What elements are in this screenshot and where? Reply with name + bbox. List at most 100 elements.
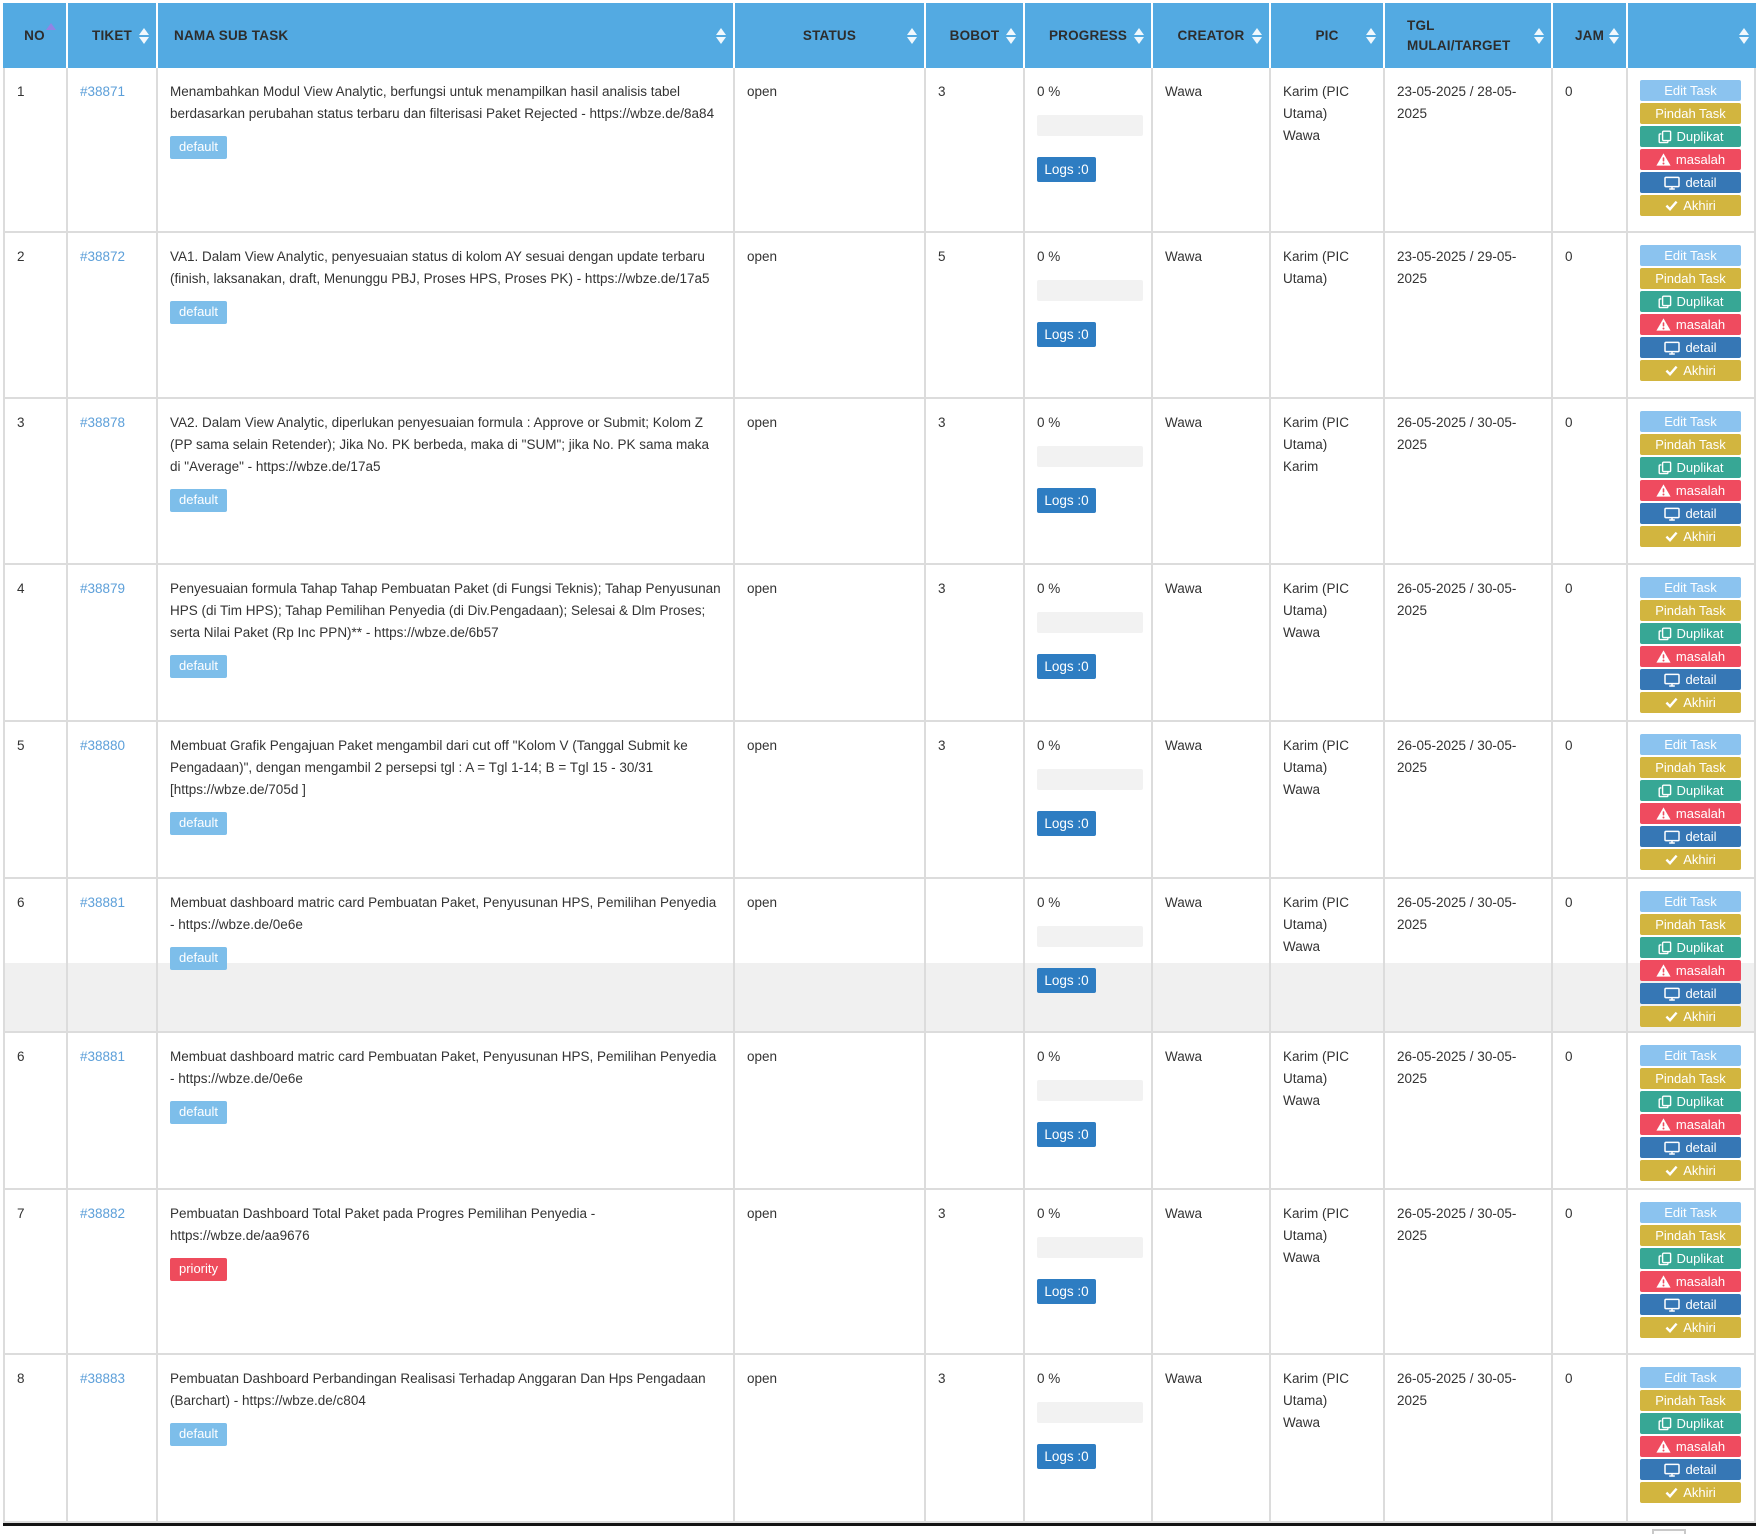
logs-button[interactable]: Logs :0 [1037, 1279, 1096, 1304]
column-header-progress[interactable]: PROGRESS [1025, 3, 1153, 68]
ticket-link[interactable]: #38883 [80, 1371, 125, 1386]
akhiri-task-button[interactable]: Akhiri [1640, 360, 1741, 381]
sub-task-text: Penyesuaian formula Tahap Tahap Pembuata… [170, 581, 721, 640]
column-header-tiket[interactable]: TIKET [68, 3, 158, 68]
action-button-label: detail [1685, 672, 1717, 687]
action-button-label: Pindah Task [1655, 437, 1726, 452]
pindah-task-button[interactable]: Pindah Task [1640, 268, 1741, 289]
pindah-task-button[interactable]: Pindah Task [1640, 914, 1741, 935]
duplikat-task-button[interactable]: Duplikat [1640, 1248, 1741, 1269]
duplikat-task-button[interactable]: Duplikat [1640, 1091, 1741, 1112]
column-header-pic[interactable]: PIC [1271, 3, 1385, 68]
duplikat-task-button[interactable]: Duplikat [1640, 126, 1741, 147]
duplikat-task-button[interactable]: Duplikat [1640, 780, 1741, 801]
detail-task-button[interactable]: detail [1640, 983, 1741, 1004]
column-header-jam[interactable]: JAM [1553, 3, 1628, 68]
pindah-task-button[interactable]: Pindah Task [1640, 1390, 1741, 1411]
akhiri-task-button[interactable]: Akhiri [1640, 526, 1741, 547]
ticket-link[interactable]: #38871 [80, 84, 125, 99]
ticket-link[interactable]: #38881 [80, 895, 125, 910]
akhiri-task-button[interactable]: Akhiri [1640, 1317, 1741, 1338]
masalah-task-button[interactable]: masalah [1640, 803, 1741, 824]
default-badge: default [170, 1101, 228, 1124]
edit-task-button[interactable]: Edit Task [1640, 411, 1741, 432]
detail-task-button[interactable]: detail [1640, 337, 1741, 358]
masalah-task-button[interactable]: masalah [1640, 960, 1741, 981]
detail-task-button[interactable]: detail [1640, 503, 1741, 524]
action-button-label: detail [1685, 986, 1717, 1001]
masalah-task-button[interactable]: masalah [1640, 314, 1741, 335]
column-header-tgl[interactable]: TGL MULAI/TARGET [1385, 3, 1553, 68]
row-number: 3 [17, 415, 25, 430]
progress-percent: 0 % [1037, 1206, 1061, 1221]
pindah-task-button[interactable]: Pindah Task [1640, 757, 1741, 778]
jam-value: 0 [1565, 415, 1573, 430]
pindah-task-button[interactable]: Pindah Task [1640, 1068, 1741, 1089]
logs-button[interactable]: Logs :0 [1037, 654, 1096, 679]
action-button-label: masalah [1675, 317, 1726, 332]
date-range: 23-05-2025 / 28-05-2025 [1397, 84, 1517, 121]
column-header-actions[interactable] [1628, 3, 1756, 68]
edit-task-button[interactable]: Edit Task [1640, 734, 1741, 755]
detail-task-button[interactable]: detail [1640, 826, 1741, 847]
akhiri-task-button[interactable]: Akhiri [1640, 195, 1741, 216]
masalah-task-button[interactable]: masalah [1640, 1436, 1741, 1457]
jam-value: 0 [1565, 581, 1573, 596]
edit-task-button[interactable]: Edit Task [1640, 1202, 1741, 1223]
logs-button[interactable]: Logs :0 [1037, 811, 1096, 836]
edit-task-button[interactable]: Edit Task [1640, 577, 1741, 598]
check-icon [1665, 365, 1678, 376]
ticket-link[interactable]: #38878 [80, 415, 125, 430]
detail-task-button[interactable]: detail [1640, 1137, 1741, 1158]
pindah-task-button[interactable]: Pindah Task [1640, 600, 1741, 621]
akhiri-task-button[interactable]: Akhiri [1640, 1006, 1741, 1027]
duplikat-task-button[interactable]: Duplikat [1640, 1413, 1741, 1434]
akhiri-task-button[interactable]: Akhiri [1640, 1482, 1741, 1503]
column-header-status[interactable]: STATUS [735, 3, 926, 68]
logs-button[interactable]: Logs :0 [1037, 968, 1096, 993]
warning-icon [1656, 484, 1671, 497]
edit-task-button[interactable]: Edit Task [1640, 1367, 1741, 1388]
akhiri-task-button[interactable]: Akhiri [1640, 692, 1741, 713]
column-header-nama[interactable]: NAMA SUB TASK [158, 3, 735, 68]
pindah-task-button[interactable]: Pindah Task [1640, 1225, 1741, 1246]
ticket-link[interactable]: #38872 [80, 249, 125, 264]
masalah-task-button[interactable]: masalah [1640, 149, 1741, 170]
column-header-bobot[interactable]: BOBOT [926, 3, 1025, 68]
ticket-link[interactable]: #38879 [80, 581, 125, 596]
column-header-no[interactable]: NO [3, 3, 68, 68]
edit-task-button[interactable]: Edit Task [1640, 1045, 1741, 1066]
ticket-link[interactable]: #38881 [80, 1049, 125, 1064]
progress-percent: 0 % [1037, 581, 1061, 596]
logs-button[interactable]: Logs :0 [1037, 1122, 1096, 1147]
akhiri-task-button[interactable]: Akhiri [1640, 1160, 1741, 1181]
logs-button[interactable]: Logs :0 [1037, 488, 1096, 513]
masalah-task-button[interactable]: masalah [1640, 1271, 1741, 1292]
duplikat-task-button[interactable]: Duplikat [1640, 937, 1741, 958]
ticket-link[interactable]: #38882 [80, 1206, 125, 1221]
pindah-task-button[interactable]: Pindah Task [1640, 103, 1741, 124]
edit-task-button[interactable]: Edit Task [1640, 80, 1741, 101]
action-button-label: Duplikat [1676, 129, 1724, 144]
column-header-creator[interactable]: CREATOR [1153, 3, 1271, 68]
pindah-task-button[interactable]: Pindah Task [1640, 434, 1741, 455]
duplikat-task-button[interactable]: Duplikat [1640, 291, 1741, 312]
logs-button[interactable]: Logs :0 [1037, 157, 1096, 182]
logs-button[interactable]: Logs :0 [1037, 322, 1096, 347]
akhiri-task-button[interactable]: Akhiri [1640, 849, 1741, 870]
duplikat-task-button[interactable]: Duplikat [1640, 457, 1741, 478]
duplikat-task-button[interactable]: Duplikat [1640, 623, 1741, 644]
edit-task-button[interactable]: Edit Task [1640, 245, 1741, 266]
edit-task-button[interactable]: Edit Task [1640, 891, 1741, 912]
masalah-task-button[interactable]: masalah [1640, 1114, 1741, 1135]
logs-button[interactable]: Logs :0 [1037, 1444, 1096, 1469]
detail-task-button[interactable]: detail [1640, 172, 1741, 193]
detail-task-button[interactable]: detail [1640, 1459, 1741, 1480]
masalah-task-button[interactable]: masalah [1640, 480, 1741, 501]
detail-task-button[interactable]: detail [1640, 669, 1741, 690]
ticket-link[interactable]: #38880 [80, 738, 125, 753]
masalah-task-button[interactable]: masalah [1640, 646, 1741, 667]
cell-tgl-mulai-target: 26-05-2025 / 30-05-2025 [1385, 1190, 1553, 1353]
detail-task-button[interactable]: detail [1640, 1294, 1741, 1315]
cell-actions: Edit Task Pindah Task Duplikat masalah detai… [1628, 1355, 1756, 1521]
